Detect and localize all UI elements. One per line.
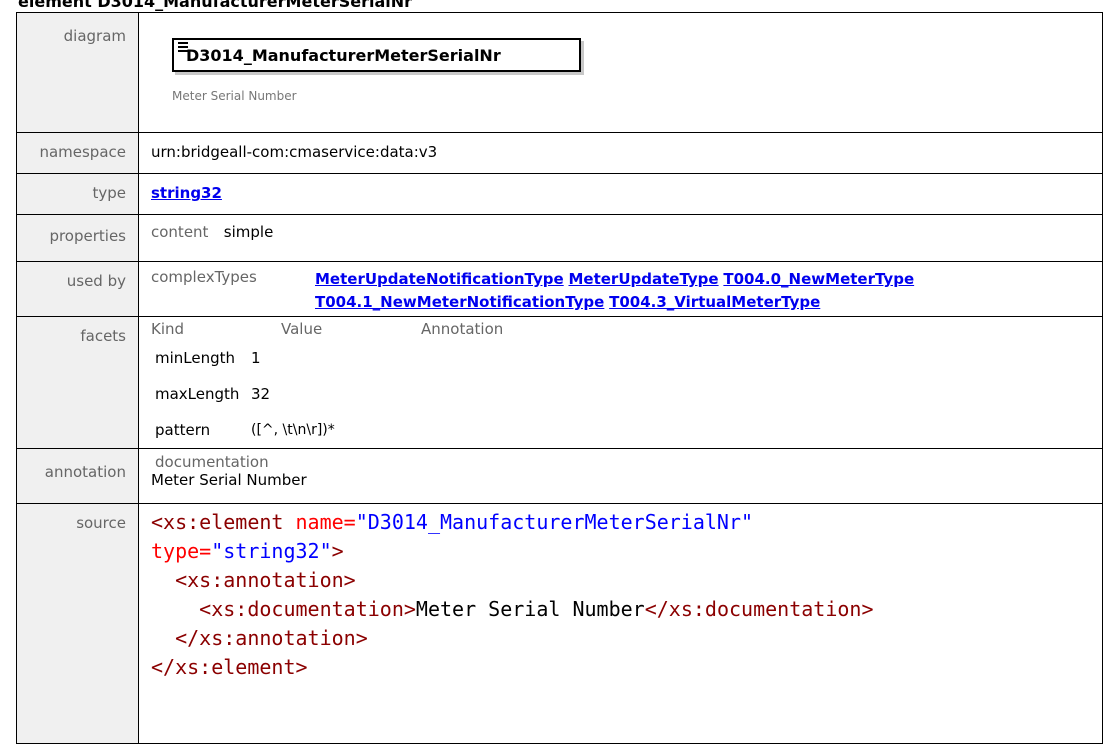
used-by-cell: complexTypes MeterUpdateNotificationType…: [138, 261, 1103, 317]
source-code: <xs:element name="D3014_ManufacturerMete…: [151, 510, 874, 679]
label-namespace: namespace: [16, 132, 139, 174]
facet-kind: minLength: [155, 349, 236, 367]
row-diagram: diagram: [16, 12, 1103, 133]
facet-value: 32: [251, 385, 271, 403]
label-diagram: diagram: [16, 12, 139, 133]
facets-header-kind: Kind: [151, 320, 185, 338]
annotation-label: documentation: [155, 453, 269, 471]
facets-header-annotation: Annotation: [421, 320, 504, 338]
properties-key: content: [151, 223, 209, 241]
label-type: type: [16, 173, 139, 215]
row-annotation: annotation documentation Meter Serial Nu…: [16, 448, 1103, 504]
label-source: source: [16, 503, 139, 744]
element-diagram-box[interactable]: D3014_ManufacturerMeterSerialNr: [172, 38, 581, 72]
used-by-category: complexTypes: [151, 268, 257, 286]
diagram-documentation: Meter Serial Number: [172, 89, 297, 103]
used-by-link[interactable]: MeterUpdateType: [568, 270, 718, 288]
facet-value: ([^, \t\n\r])*: [251, 422, 335, 438]
row-namespace: namespace urn:bridgeall-com:cmaservice:d…: [16, 132, 1103, 174]
source-cell: <xs:element name="D3014_ManufacturerMete…: [138, 503, 1103, 744]
diagram-element-name: D3014_ManufacturerMeterSerialNr: [186, 46, 501, 65]
facets-cell: Kind Value Annotation minLength 1 maxLen…: [138, 316, 1103, 449]
properties-value: simple: [223, 223, 274, 241]
row-type: type string32: [16, 173, 1103, 215]
used-by-link[interactable]: T004.0_NewMeterType: [723, 270, 914, 288]
facet-kind: pattern: [155, 421, 211, 439]
label-annotation: annotation: [16, 448, 139, 504]
row-facets: facets Kind Value Annotation minLength 1…: [16, 316, 1103, 449]
used-by-link[interactable]: T004.1_NewMeterNotificationType: [315, 293, 604, 311]
used-by-link[interactable]: T004.3_VirtualMeterType: [609, 293, 820, 311]
label-used-by: used by: [16, 261, 139, 317]
facets-header-value: Value: [281, 320, 323, 338]
type-link[interactable]: string32: [151, 184, 222, 202]
type-cell: string32: [138, 173, 1103, 215]
diagram-cell: [138, 12, 1103, 133]
used-by-link[interactable]: MeterUpdateNotificationType: [315, 270, 564, 288]
label-facets: facets: [16, 316, 139, 449]
facet-value: 1: [251, 349, 261, 367]
row-properties: properties content simple: [16, 214, 1103, 262]
facet-row: pattern ([^, \t\n\r])*: [151, 412, 1102, 448]
row-source: source <xs:element name="D3014_Manufactu…: [16, 503, 1103, 744]
annotation-cell: documentation Meter Serial Number: [138, 448, 1103, 504]
properties-cell: content simple: [138, 214, 1103, 262]
row-used-by: used by complexTypes MeterUpdateNotifica…: [16, 261, 1103, 317]
element-doc-table: diagram namespace urn:bridgeall-com:cmas…: [16, 12, 1103, 744]
facet-kind: maxLength: [155, 385, 240, 403]
facet-row: maxLength 32: [151, 376, 1102, 412]
namespace-value: urn:bridgeall-com:cmaservice:data:v3: [138, 132, 1103, 174]
facet-row: minLength 1: [151, 340, 1102, 376]
label-properties: properties: [16, 214, 139, 262]
annotation-text: Meter Serial Number: [151, 471, 307, 489]
